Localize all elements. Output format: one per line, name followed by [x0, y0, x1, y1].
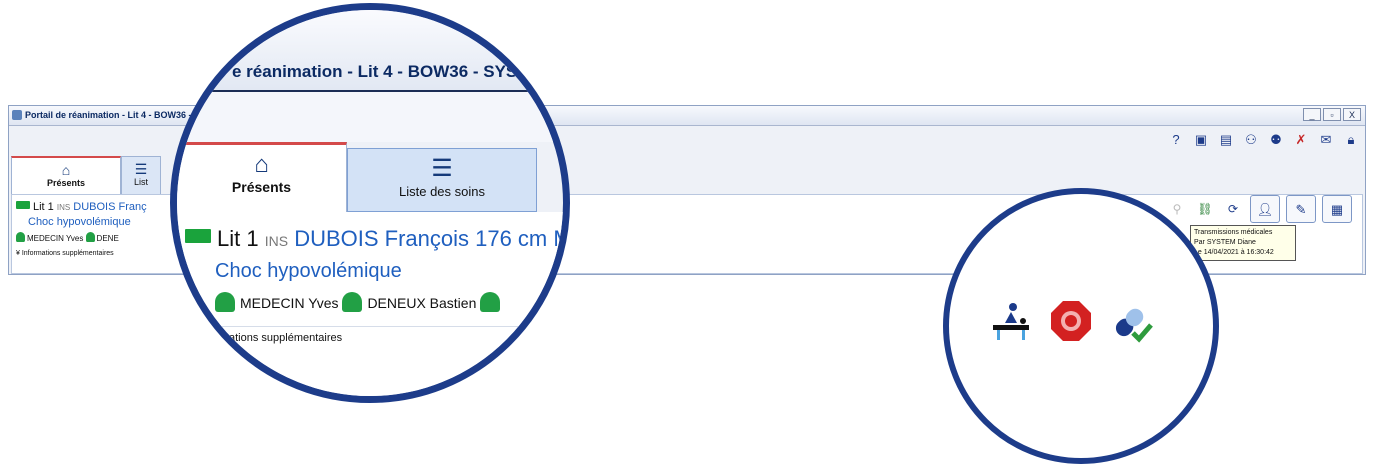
massage-table-icon[interactable]: [989, 299, 1033, 343]
zoom-window-title: e réanimation - Lit 4 - BOW36 - SYS: [232, 62, 518, 81]
printer-icon[interactable]: ▤: [1218, 132, 1234, 148]
medication-check-icon[interactable]: [1109, 299, 1153, 343]
app-icon: [12, 110, 22, 120]
bed-icon: [185, 229, 211, 243]
help-icon[interactable]: ?: [1168, 132, 1184, 148]
toolbar: ? ▣ ▤ ⚇ ⚉ ✗ ✉ 🔒︎: [1168, 132, 1359, 148]
close-button[interactable]: X: [1343, 108, 1361, 121]
staff-icon: [480, 292, 501, 312]
doctor-icon: [16, 232, 25, 242]
transmissions-icon[interactable]: ⛓: [1194, 199, 1216, 219]
doctor-icon: [215, 292, 235, 312]
nurse-icon: [85, 232, 95, 242]
search-icon[interactable]: ⚲: [1166, 199, 1188, 219]
zoom-diagnosis: Choc hypovolémique: [215, 260, 402, 282]
zoom-staff-row: MEDECIN Yves DENEUX Bastien: [215, 292, 505, 312]
medication-button[interactable]: ✎: [1286, 195, 1316, 223]
user-remove-icon[interactable]: ✗: [1293, 132, 1309, 148]
id-card-icon[interactable]: ▣: [1193, 132, 1209, 148]
checklist-icon: ☰: [134, 161, 148, 177]
checklist-icon: ☰: [431, 155, 453, 182]
lock-icon[interactable]: 🔒︎: [1343, 132, 1359, 148]
tooltip: Transmissions médicales Par SYSTEM Diane…: [1190, 225, 1296, 261]
tab-liste-des-soins[interactable]: ☰ List: [121, 156, 161, 194]
diagnosis: Choc hypovolémique: [28, 216, 131, 228]
zoom-circle-left: e réanimation - Lit 4 - BOW36 - SYS ⌂ Pr…: [170, 3, 570, 403]
zoom-tab-presents[interactable]: ⌂ Présents: [177, 142, 347, 212]
user-link-icon[interactable]: ⚇: [1243, 132, 1259, 148]
zoom-more-info[interactable]: formations supplémentaires: [207, 332, 342, 344]
refresh-icon[interactable]: ⟳: [1222, 199, 1244, 219]
staff-row: MEDECIN Yves DENE: [16, 232, 119, 243]
user-add-icon[interactable]: ⚉: [1268, 132, 1284, 148]
minimize-button[interactable]: _: [1303, 108, 1321, 121]
covid-stop-icon[interactable]: [1049, 299, 1093, 343]
home-icon: ⌂: [254, 151, 269, 178]
home-icon: ⌂: [61, 162, 71, 178]
patient-line[interactable]: Lit 1 INS DUBOIS Franç: [16, 201, 147, 213]
mail-icon[interactable]: ✉: [1318, 132, 1334, 148]
zoom-patient-line[interactable]: Lit 1 INS DUBOIS François 176 cm M: [185, 226, 570, 252]
tab-presents[interactable]: ⌂ Présents: [11, 156, 121, 194]
patient-button[interactable]: 👤︎: [1250, 195, 1280, 223]
zoom-tab-liste-des-soins[interactable]: ☰ Liste des soins: [347, 148, 537, 212]
grid-button[interactable]: ▦: [1322, 195, 1352, 223]
patient-name: DUBOIS Franç: [73, 201, 147, 213]
more-info-toggle[interactable]: ¥ Informations supplémentaires: [16, 250, 114, 257]
nurse-icon: [342, 292, 363, 312]
zoom-circle-right: [943, 188, 1219, 464]
patient-name: DUBOIS François 176 cm M: [294, 226, 570, 251]
restore-button[interactable]: ▫: [1323, 108, 1341, 121]
bed-icon: [16, 201, 30, 209]
patient-actions: ⚲ ⛓ ⟳ 👤︎ ✎ ▦: [1166, 195, 1352, 223]
